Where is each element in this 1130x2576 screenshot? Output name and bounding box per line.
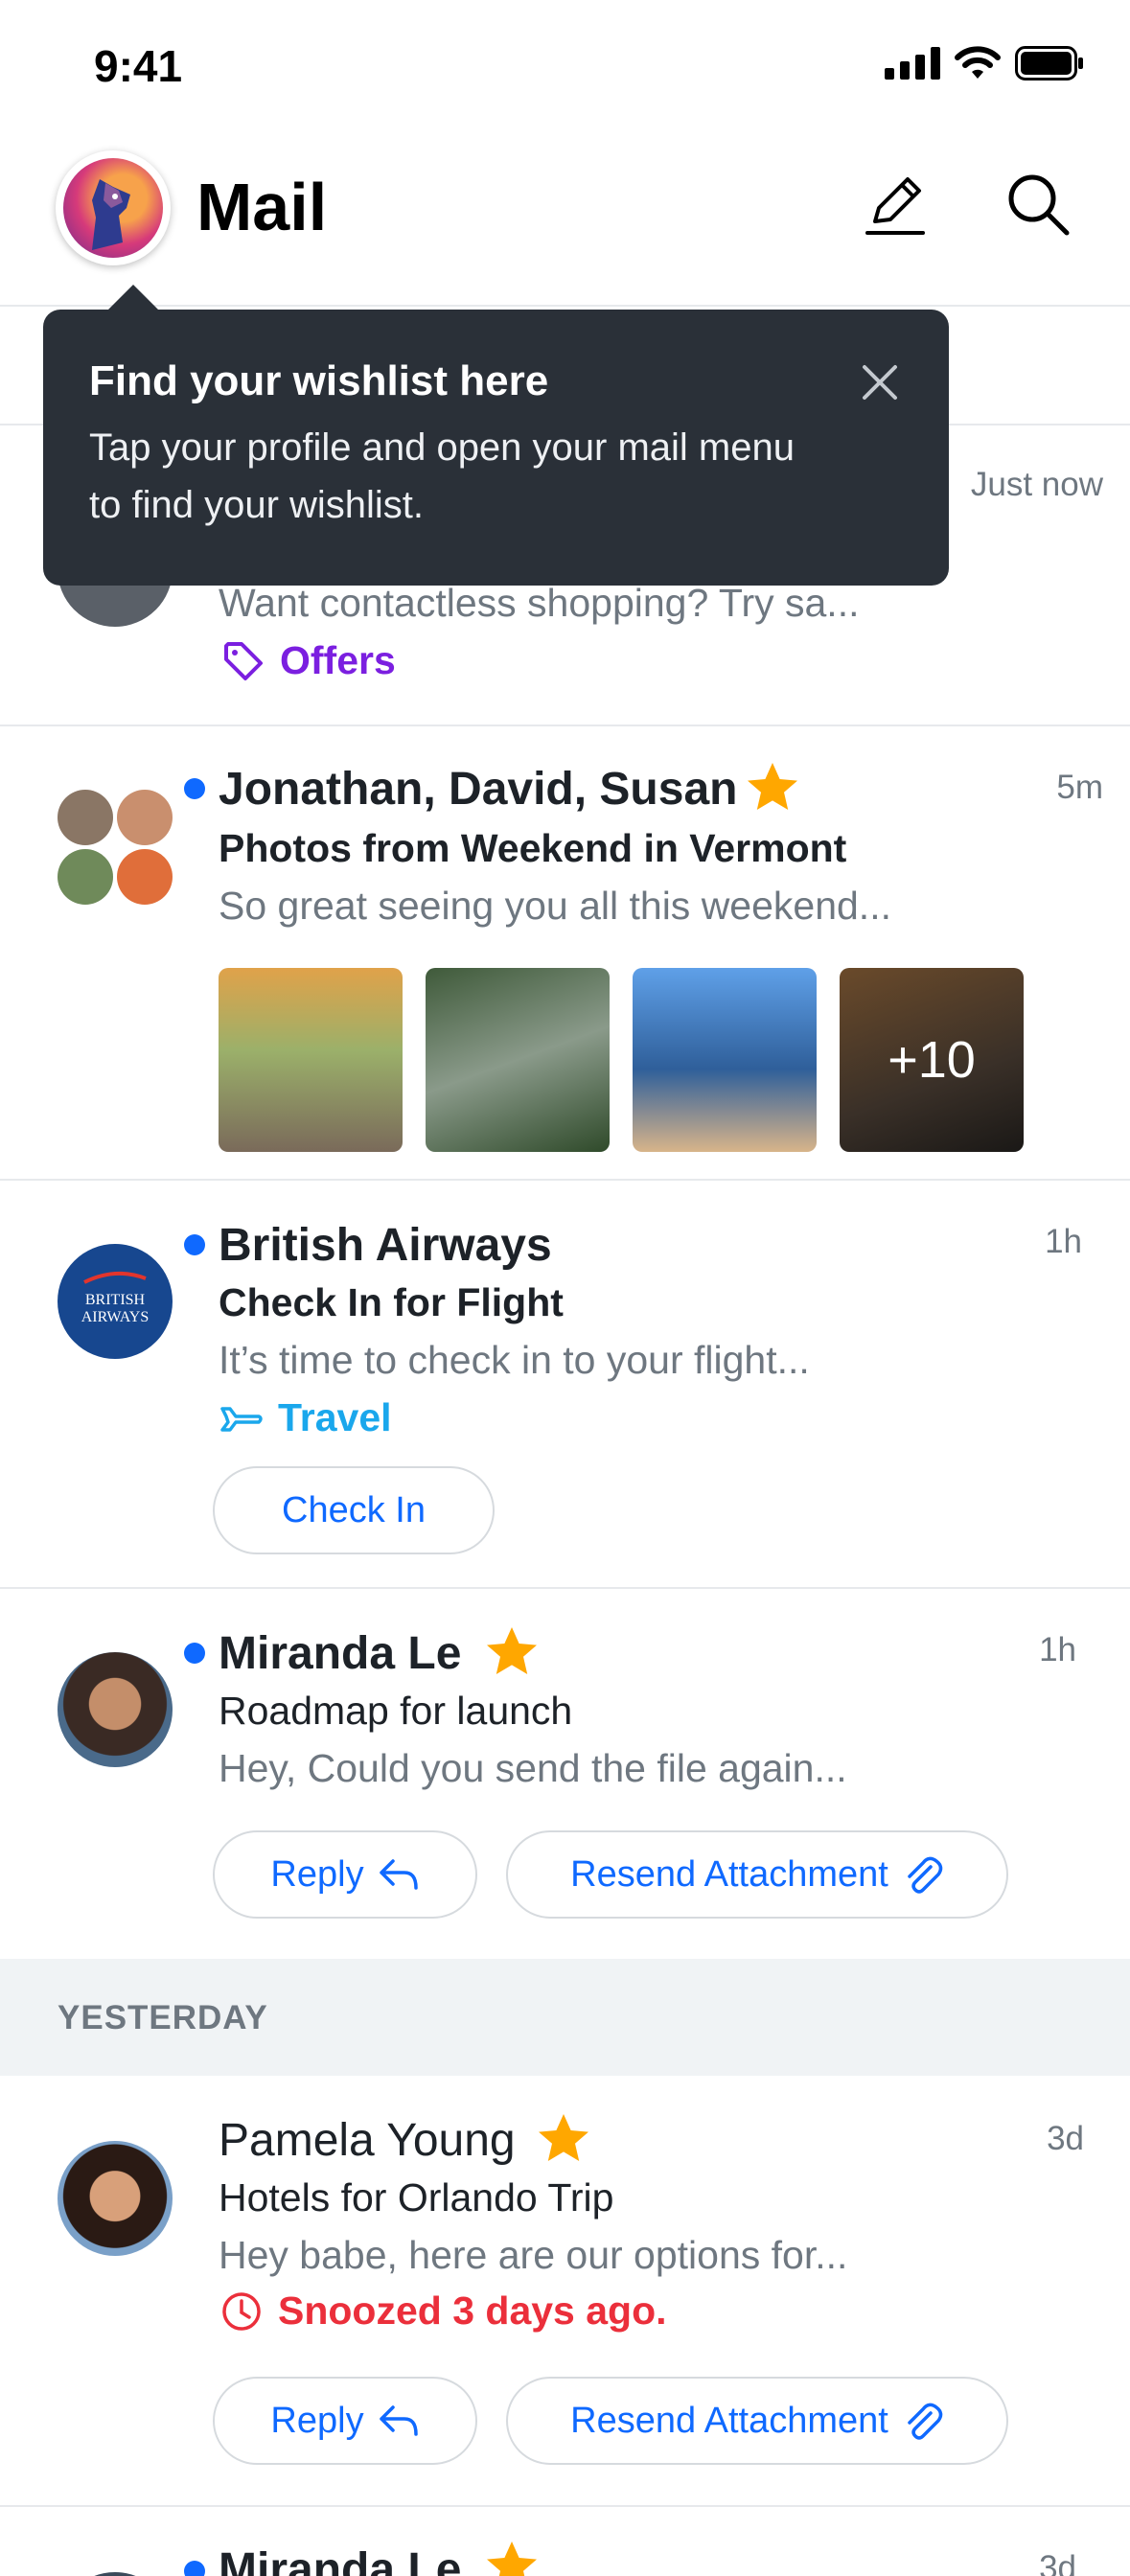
unread-dot bbox=[184, 778, 205, 799]
section-header-label: YESTERDAY bbox=[58, 1999, 268, 2036]
reply-button[interactable]: Reply bbox=[213, 1830, 477, 1919]
profile-avatar[interactable] bbox=[56, 150, 171, 265]
email-sender: Miranda Le bbox=[219, 1628, 462, 1679]
email-sender: British Airways bbox=[219, 1220, 552, 1271]
close-icon[interactable] bbox=[851, 354, 909, 411]
avatar-text: BRITISH AIRWAYS bbox=[81, 1292, 150, 1325]
reply-icon bbox=[379, 1859, 418, 1890]
email-subject: Check In for Flight bbox=[219, 1280, 564, 1324]
label-travel[interactable]: Travel bbox=[220, 1395, 392, 1440]
email-row-miranda[interactable]: Miranda Le 1h Roadmap for launch Hey, Co… bbox=[0, 1589, 1130, 1957]
photo-thumbnail[interactable] bbox=[219, 968, 403, 1152]
sender-avatar bbox=[58, 2572, 173, 2576]
resend-label: Resend Attachment bbox=[570, 1853, 888, 1895]
resend-attachment-button[interactable]: Resend Attachment bbox=[506, 1830, 1008, 1919]
email-time: 1h bbox=[1045, 1223, 1082, 1260]
email-snippet: Hey, Could you send the file again... bbox=[219, 1746, 847, 1790]
resend-label: Resend Attachment bbox=[570, 2400, 888, 2441]
photo-thumbnail[interactable] bbox=[426, 968, 610, 1152]
email-sender: Pamela Young bbox=[219, 2115, 516, 2166]
email-sender: Miranda Le bbox=[219, 2544, 462, 2576]
email-row-british-airways[interactable]: BRITISH AIRWAYS British Airways 1h Check… bbox=[0, 1181, 1130, 1587]
more-photos-count: +10 bbox=[888, 1031, 976, 1089]
email-row-vermont[interactable]: Jonathan, David, Susan 5m Photos from We… bbox=[0, 726, 1130, 1177]
search-icon bbox=[1008, 174, 1070, 236]
pencil-icon bbox=[865, 177, 925, 235]
snoozed-text: Snoozed 3 days ago. bbox=[278, 2288, 667, 2333]
snoozed-status: Snoozed 3 days ago. bbox=[220, 2288, 667, 2334]
tooltip-title: Find your wishlist here bbox=[89, 357, 549, 404]
reply-label: Reply bbox=[270, 2400, 364, 2441]
group-avatar bbox=[58, 790, 173, 905]
label-text: Offers bbox=[280, 638, 396, 682]
clock-icon bbox=[222, 2291, 261, 2331]
photo-thumbnail[interactable] bbox=[633, 968, 817, 1152]
email-subject: Roadmap for launch bbox=[219, 1689, 573, 1733]
unread-dot bbox=[184, 1643, 205, 1664]
email-subject: Hotels for Orlando Trip bbox=[219, 2175, 614, 2220]
sender-avatar: BRITISH AIRWAYS bbox=[58, 1244, 173, 1359]
search-button[interactable] bbox=[997, 163, 1081, 247]
battery-icon bbox=[1015, 46, 1083, 80]
star-icon[interactable] bbox=[535, 2110, 592, 2168]
photo-thumbnail-more[interactable]: +10 bbox=[840, 968, 1024, 1152]
section-header-yesterday: YESTERDAY bbox=[0, 1959, 1130, 2076]
reply-button[interactable]: Reply bbox=[213, 2377, 477, 2465]
wishlist-tooltip: Find your wishlist here Tap your profile… bbox=[43, 285, 949, 586]
email-sender: Jonathan, David, Susan bbox=[219, 764, 738, 815]
check-in-button[interactable]: Check In bbox=[213, 1466, 495, 1554]
compose-button[interactable] bbox=[853, 163, 937, 247]
status-time: 9:41 bbox=[94, 41, 183, 91]
email-snippet: It’s time to check in to your flight... bbox=[219, 1338, 810, 1382]
label-offers[interactable]: Offers bbox=[222, 638, 396, 683]
sender-avatar bbox=[58, 2141, 173, 2256]
check-in-label: Check In bbox=[282, 1489, 426, 1530]
page-title: Mail bbox=[196, 170, 328, 244]
unread-dot bbox=[184, 1234, 205, 1255]
paperclip-icon bbox=[908, 2403, 943, 2440]
star-icon[interactable] bbox=[744, 759, 801, 816]
wifi-icon bbox=[955, 46, 1001, 79]
tooltip-body: Tap your profile and open your mail menu… bbox=[89, 426, 795, 526]
email-time: 3d bbox=[1039, 2549, 1076, 2576]
email-row-miranda-2[interactable]: Miranda Le 3d bbox=[0, 2507, 1130, 2576]
email-time: Just now bbox=[970, 466, 1103, 503]
email-snippet: Hey babe, here are our options for... bbox=[219, 2233, 848, 2277]
email-snippet: So great seeing you all this weekend... bbox=[219, 884, 891, 928]
header-divider bbox=[0, 305, 1130, 307]
star-icon[interactable] bbox=[483, 2538, 541, 2576]
paperclip-icon bbox=[908, 1856, 943, 1894]
plane-icon bbox=[220, 1406, 263, 1432]
email-subject: Photos from Weekend in Vermont bbox=[219, 826, 847, 870]
email-snippet: Want contactless shopping? Try sa... bbox=[219, 581, 860, 625]
email-time: 3d bbox=[1047, 2120, 1084, 2157]
email-time: 1h bbox=[1039, 1631, 1076, 1668]
signal-icon bbox=[885, 47, 940, 80]
label-text: Travel bbox=[278, 1395, 392, 1439]
unread-dot bbox=[184, 2561, 205, 2576]
status-icons bbox=[885, 46, 1084, 80]
resend-attachment-button[interactable]: Resend Attachment bbox=[506, 2377, 1008, 2465]
reply-icon bbox=[379, 2405, 418, 2436]
email-row-pamela[interactable]: Pamela Young 3d Hotels for Orlando Trip … bbox=[0, 2076, 1130, 2505]
email-time: 5m bbox=[1056, 769, 1103, 806]
star-icon[interactable] bbox=[483, 1623, 541, 1681]
sender-avatar bbox=[58, 1652, 173, 1767]
reply-label: Reply bbox=[270, 1853, 364, 1895]
tag-icon bbox=[224, 641, 263, 680]
